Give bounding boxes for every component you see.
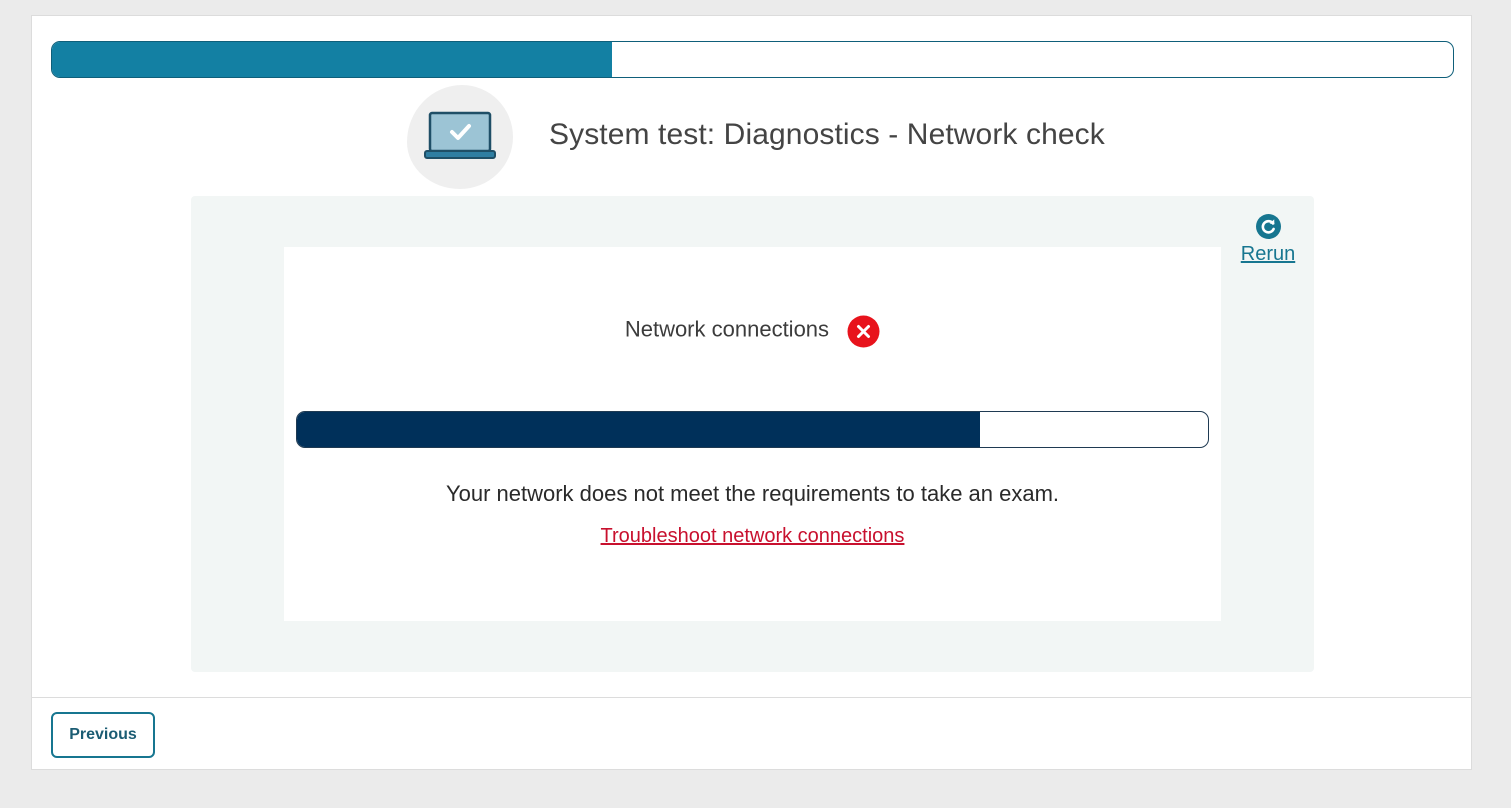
diagnostics-panel: Rerun Network connections Your network d…	[191, 196, 1314, 672]
footer-divider	[32, 697, 1471, 698]
network-check-label: Network connections	[624, 316, 830, 342]
overall-progress-fill	[52, 42, 613, 77]
troubleshoot-link-row: Troubleshoot network connections	[284, 525, 1221, 548]
previous-button[interactable]: Previous	[51, 712, 155, 758]
network-check-row: Network connections	[284, 313, 1221, 348]
result-box: Network connections Your network does no…	[284, 247, 1221, 621]
overall-progress-bar	[51, 41, 1454, 78]
troubleshoot-network-link[interactable]: Troubleshoot network connections	[601, 525, 905, 547]
network-check-progress-bar	[296, 411, 1209, 448]
rerun-button[interactable]: Rerun	[1237, 214, 1299, 266]
network-check-progress-fill	[297, 412, 981, 447]
laptop-check-icon	[407, 85, 513, 189]
page-title: System test: Diagnostics - Network check	[549, 118, 1105, 151]
system-test-card: System test: Diagnostics - Network check…	[31, 15, 1472, 770]
refresh-icon[interactable]	[1255, 214, 1281, 239]
rerun-label[interactable]: Rerun	[1241, 243, 1295, 265]
error-x-icon	[847, 315, 880, 348]
result-message: Your network does not meet the requireme…	[445, 481, 1060, 506]
